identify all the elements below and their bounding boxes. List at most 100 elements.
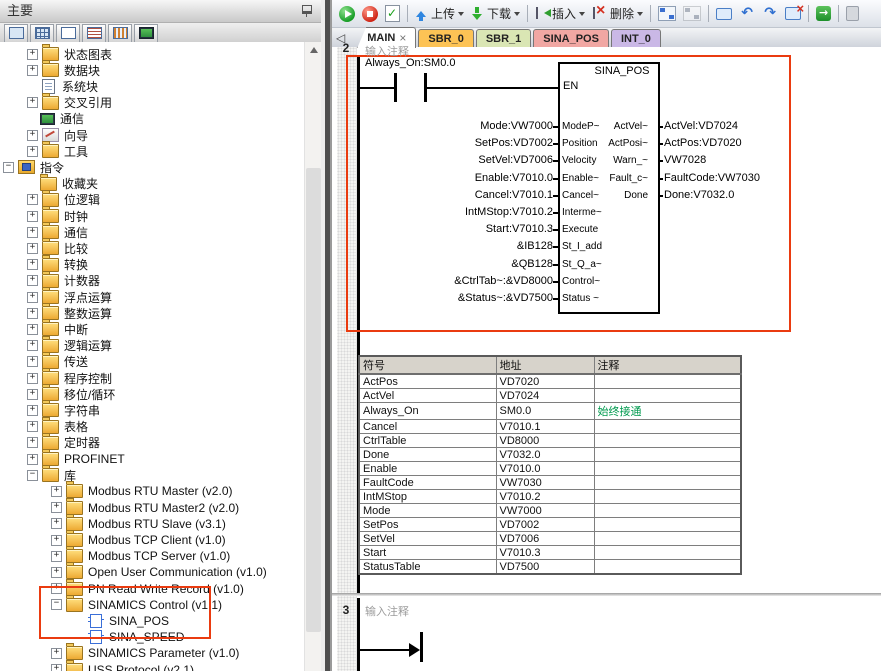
expand-plus-icon[interactable]: + xyxy=(51,502,62,513)
expand-plus-icon[interactable]: + xyxy=(51,551,62,562)
expand-plus-icon[interactable]: + xyxy=(27,308,38,319)
tree-item[interactable]: +工具 xyxy=(27,143,88,159)
symbol-table-cell[interactable]: IntMStop xyxy=(359,490,496,504)
tree-item[interactable]: +程序控制 xyxy=(27,370,112,386)
symbol-table-cell[interactable]: ActPos xyxy=(359,374,496,389)
expand-plus-icon[interactable]: + xyxy=(27,130,38,141)
symbol-table-cell[interactable]: Mode xyxy=(359,504,496,518)
tab-sbr0[interactable]: SBR_0 xyxy=(418,29,473,48)
symbol-table-view-button[interactable] xyxy=(30,24,54,43)
symbol-table-cell[interactable]: Done xyxy=(359,448,496,462)
expand-plus-icon[interactable]: + xyxy=(51,486,62,497)
symbol-table-cell[interactable] xyxy=(594,476,741,490)
tree-item[interactable]: +字符串 xyxy=(27,402,100,418)
network3-comment[interactable]: 输入注释 xyxy=(365,603,409,619)
tree-item[interactable]: +计数器 xyxy=(27,273,100,289)
undo-button[interactable] xyxy=(736,4,758,24)
collapse-minus-icon[interactable]: − xyxy=(51,599,62,610)
contact-bar[interactable] xyxy=(394,73,397,102)
expand-plus-icon[interactable]: + xyxy=(27,373,38,384)
tree-item[interactable]: +向导 xyxy=(27,127,88,143)
tree-item[interactable]: +Modbus TCP Client (v1.0) xyxy=(51,532,226,548)
tree-item[interactable]: +整数运算 xyxy=(27,305,112,321)
symbol-table-cell[interactable]: VD7006 xyxy=(496,532,594,546)
run-button[interactable] xyxy=(336,4,358,24)
symbol-table-cell[interactable]: V7010.2 xyxy=(496,490,594,504)
tree-item[interactable]: +传送 xyxy=(27,354,88,370)
symbol-table-cell[interactable]: FaultCode xyxy=(359,476,496,490)
expand-plus-icon[interactable]: + xyxy=(51,535,62,546)
tree-item[interactable]: +移位/循环 xyxy=(27,386,115,402)
tree-item[interactable]: +状态图表 xyxy=(27,46,112,62)
upload-button[interactable]: 上传 xyxy=(412,3,467,24)
lock-button[interactable] xyxy=(843,4,856,23)
symbol-table-cell[interactable]: VD8000 xyxy=(496,434,594,448)
tree-scrollbar[interactable] xyxy=(304,42,322,671)
tree-item[interactable]: +比较 xyxy=(27,240,88,256)
tree-item[interactable]: +USS Protocol (v2.1) xyxy=(51,662,194,671)
panel-splitter[interactable] xyxy=(321,0,332,671)
symbol-table-cell[interactable]: Enable xyxy=(359,462,496,476)
tree-item[interactable]: SINA_POS xyxy=(75,613,169,629)
symbol-table-cell[interactable]: V7032.0 xyxy=(496,448,594,462)
symbol-table-cell[interactable]: SetVel xyxy=(359,532,496,546)
expand-plus-icon[interactable]: + xyxy=(27,194,38,205)
expand-plus-icon[interactable]: + xyxy=(27,389,38,400)
tree-item[interactable]: +Open User Communication (v1.0) xyxy=(51,564,267,580)
expand-plus-icon[interactable]: + xyxy=(51,664,62,671)
expand-plus-icon[interactable]: + xyxy=(27,259,38,270)
expand-plus-icon[interactable]: + xyxy=(27,421,38,432)
symbol-table-cell[interactable]: VD7024 xyxy=(496,389,594,403)
expand-plus-icon[interactable]: + xyxy=(27,356,38,367)
tree-item[interactable]: +PN Read Write Record (v1.0) xyxy=(51,581,244,597)
symbol-table-cell[interactable]: Cancel xyxy=(359,420,496,434)
expand-plus-icon[interactable]: + xyxy=(51,583,62,594)
tree-item[interactable]: +Modbus RTU Master2 (v2.0) xyxy=(51,500,239,516)
stop-button[interactable] xyxy=(359,4,381,24)
tree-item[interactable]: +定时器 xyxy=(27,435,100,451)
project-view-button[interactable] xyxy=(4,24,28,43)
delete-network-button[interactable] xyxy=(782,5,804,22)
symbol-table-cell[interactable] xyxy=(594,518,741,532)
network2-comment[interactable]: 输入注释 xyxy=(365,43,409,59)
expand-plus-icon[interactable]: + xyxy=(27,454,38,465)
expand-plus-icon[interactable]: + xyxy=(51,648,62,659)
tab-sina-pos[interactable]: SINA_POS xyxy=(533,29,609,48)
pin-icon[interactable] xyxy=(302,5,312,14)
compile-button[interactable] xyxy=(382,3,403,24)
dropdown-caret-icon[interactable] xyxy=(514,12,520,19)
dropdown-caret-icon[interactable] xyxy=(458,12,464,19)
symbol-table-cell[interactable] xyxy=(594,504,741,518)
symbol-table-cell[interactable]: Start xyxy=(359,546,496,560)
tree-item[interactable]: +转换 xyxy=(27,257,88,273)
symbol-table-cell[interactable]: V7010.0 xyxy=(496,462,594,476)
tree-item[interactable]: 系统块 xyxy=(27,78,98,94)
symbol-table-cell[interactable]: VW7030 xyxy=(496,476,594,490)
expand-plus-icon[interactable]: + xyxy=(27,65,38,76)
collapse-minus-icon[interactable]: − xyxy=(3,162,14,173)
delete-button[interactable]: 删除 xyxy=(589,3,646,24)
tree-item[interactable]: +Modbus RTU Slave (v3.1) xyxy=(51,516,226,532)
expand-plus-icon[interactable]: + xyxy=(51,567,62,578)
expand-plus-icon[interactable]: + xyxy=(51,518,62,529)
status-chart-view-button[interactable] xyxy=(56,24,80,43)
symbol-table-cell[interactable]: 始终接通 xyxy=(594,403,741,420)
expand-plus-icon[interactable]: + xyxy=(27,340,38,351)
expand-plus-icon[interactable]: + xyxy=(27,243,38,254)
expand-plus-icon[interactable]: + xyxy=(27,275,38,286)
tree-item[interactable]: +时钟 xyxy=(27,208,88,224)
goto-button[interactable] xyxy=(813,4,834,23)
expand-plus-icon[interactable]: + xyxy=(27,292,38,303)
tree-item[interactable]: SINA_SPEED xyxy=(75,629,184,645)
symbol-table-cell[interactable]: CtrlTable xyxy=(359,434,496,448)
tab-sbr1[interactable]: SBR_1 xyxy=(476,29,531,48)
symbol-table-cell[interactable] xyxy=(594,389,741,403)
pou-network-button[interactable] xyxy=(655,4,679,23)
symbol-table-cell[interactable] xyxy=(594,434,741,448)
tree-item[interactable]: 通信 xyxy=(27,111,84,127)
tree-item[interactable]: +Modbus TCP Server (v1.0) xyxy=(51,548,230,564)
tree-item[interactable]: +SINAMICS Parameter (v1.0) xyxy=(51,645,239,661)
expand-plus-icon[interactable]: + xyxy=(27,227,38,238)
redo-button[interactable] xyxy=(759,4,781,24)
symbol-table-cell[interactable]: V7010.1 xyxy=(496,420,594,434)
